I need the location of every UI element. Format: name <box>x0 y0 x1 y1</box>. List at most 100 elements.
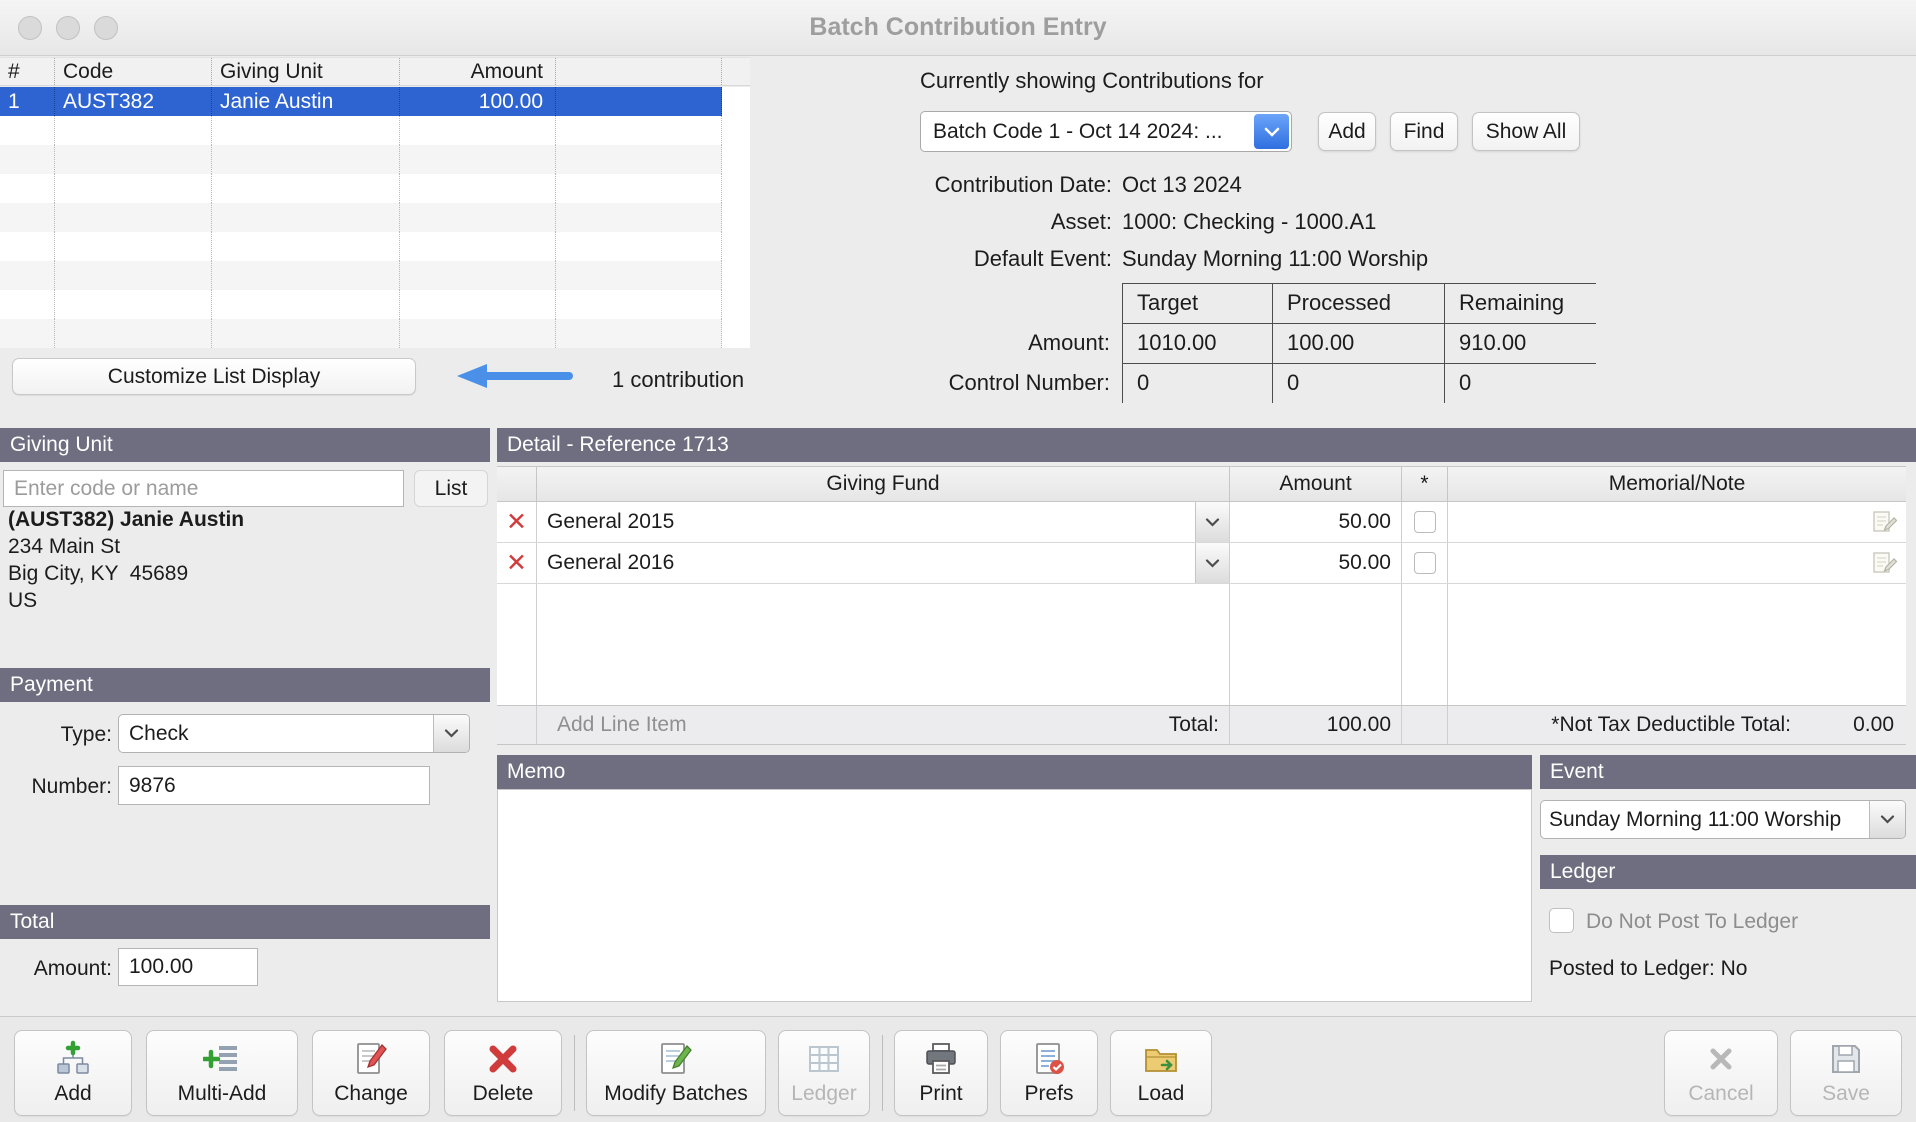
delete-x-icon: ✕ <box>506 507 527 536</box>
payment-type-label: Type: <box>60 723 112 746</box>
cell-code: AUST382 <box>55 87 212 116</box>
cancel-button[interactable]: Cancel <box>1664 1030 1778 1116</box>
customize-list-display-button[interactable]: Customize List Display <box>12 358 416 395</box>
add-button[interactable]: Add <box>14 1030 132 1116</box>
ledger-button[interactable]: Ledger <box>778 1030 870 1116</box>
contribution-row-selected[interactable]: 1 AUST382 Janie Austin 100.00 <box>0 87 722 116</box>
summary-col-remaining: Remaining <box>1444 283 1596 324</box>
ledger-header: Ledger <box>1540 855 1916 889</box>
summary-amount-label: Amount: <box>1028 330 1110 355</box>
note-icon[interactable] <box>1872 550 1898 576</box>
not-tax-deductible-checkbox[interactable] <box>1413 552 1436 574</box>
default-event-value: Sunday Morning 11:00 Worship <box>1122 246 1429 271</box>
col-header-num[interactable]: # <box>0 58 55 85</box>
giving-unit-list-button[interactable]: List <box>414 470 488 507</box>
do-not-post-label: Do Not Post To Ledger <box>1586 910 1799 933</box>
giving-unit-name: (AUST382) Janie Austin <box>8 508 245 531</box>
ntd-total-label: *Not Tax Deductible Total: <box>1551 713 1791 736</box>
line-amount-value: 50.00 <box>1338 551 1391 574</box>
batch-select-dropdown-button[interactable] <box>1254 114 1289 149</box>
detail-table: Giving Fund Amount * Memorial/Note ✕ Gen… <box>497 466 1906 745</box>
cell-amount: 100.00 <box>400 87 556 116</box>
add-line-item-button[interactable]: Add Line Item <box>537 706 687 744</box>
detail-header: Detail - Reference 1713 <box>497 428 1916 462</box>
batch-show-all-button[interactable]: Show All <box>1472 112 1580 151</box>
toolbar-divider <box>882 1035 883 1111</box>
summary-control-label: Control Number: <box>948 370 1110 395</box>
change-button-label: Change <box>334 1082 408 1105</box>
memo-textarea[interactable] <box>497 789 1532 1002</box>
delete-button-label: Delete <box>472 1082 534 1105</box>
list-empty-row <box>0 319 722 348</box>
batch-find-button[interactable]: Find <box>1390 112 1458 151</box>
multi-add-button-label: Multi-Add <box>177 1082 267 1105</box>
save-button[interactable]: Save <box>1790 1030 1902 1116</box>
detail-table-header: Giving Fund Amount * Memorial/Note <box>497 466 1906 502</box>
payment-type-select[interactable]: Check <box>118 714 470 753</box>
print-button[interactable]: Print <box>894 1030 988 1116</box>
batch-select[interactable]: Batch Code 1 - Oct 14 2024: ... <box>920 111 1292 152</box>
chevron-down-icon <box>1205 558 1220 568</box>
delete-button[interactable]: Delete <box>444 1030 562 1116</box>
col-header-star: * <box>1402 467 1448 501</box>
summary-control-processed: 0 <box>1272 364 1444 403</box>
giving-fund-select[interactable]: General 2015 <box>537 502 1230 542</box>
load-button[interactable]: Load <box>1110 1030 1212 1116</box>
memorial-note-field[interactable] <box>1448 502 1906 542</box>
col-header-amount[interactable]: Amount <box>400 58 556 85</box>
bottom-toolbar: Add Multi-Add Change Delete Modify Batch… <box>0 1016 1916 1122</box>
modify-batches-button[interactable]: Modify Batches <box>586 1030 766 1116</box>
delete-line-button[interactable]: ✕ <box>497 543 537 583</box>
line-amount-field[interactable]: 50.00 <box>1230 543 1402 583</box>
memorial-note-field[interactable] <box>1448 543 1906 583</box>
batch-summary-table: Target Processed Remaining Amount: 1010.… <box>920 283 1596 403</box>
batch-select-value: Batch Code 1 - Oct 14 2024: ... <box>933 120 1223 143</box>
summary-corner <box>920 283 1122 324</box>
event-header: Event <box>1540 755 1916 789</box>
default-event-label: Default Event: <box>973 246 1112 271</box>
change-button[interactable]: Change <box>312 1030 430 1116</box>
toolbar-divider <box>574 1035 575 1111</box>
delete-x-icon: ✕ <box>506 548 527 577</box>
contribution-date-label: Contribution Date: <box>934 172 1112 197</box>
payment-number-input[interactable] <box>118 766 430 805</box>
giving-fund-dropdown-button[interactable] <box>1195 502 1229 542</box>
event-dropdown-button[interactable] <box>1869 801 1905 838</box>
modify-batches-icon <box>661 1043 692 1074</box>
multi-add-button[interactable]: Multi-Add <box>146 1030 298 1116</box>
col-header-giving-fund: Giving Fund <box>537 467 1230 501</box>
save-icon <box>1832 1045 1860 1073</box>
title-bar: Batch Contribution Entry <box>0 0 1916 56</box>
summary-control-target: 0 <box>1122 364 1272 403</box>
giving-fund-dropdown-button[interactable] <box>1195 543 1229 583</box>
batch-add-button[interactable]: Add <box>1318 112 1376 151</box>
change-icon <box>357 1043 387 1074</box>
print-icon <box>926 1043 956 1074</box>
col-header-code[interactable]: Code <box>55 58 212 85</box>
giving-fund-select[interactable]: General 2016 <box>537 543 1230 583</box>
delete-line-button[interactable]: ✕ <box>497 502 537 542</box>
summary-amount-target: 1010.00 <box>1122 324 1272 364</box>
not-tax-deductible-checkbox[interactable] <box>1413 511 1436 533</box>
total-header: Total <box>0 905 490 939</box>
posted-to-ledger-text: Posted to Ledger: No <box>1549 957 1748 980</box>
contribution-count: 1 contribution <box>612 367 745 392</box>
col-header-giving-unit[interactable]: Giving Unit <box>212 58 400 85</box>
prefs-button[interactable]: Prefs <box>1000 1030 1098 1116</box>
list-empty-row <box>0 145 722 174</box>
do-not-post-checkbox[interactable] <box>1549 908 1574 933</box>
ledger-icon <box>809 1046 839 1072</box>
list-empty-row <box>0 116 722 145</box>
payment-type-dropdown-button[interactable] <box>433 715 469 752</box>
summary-col-processed: Processed <box>1272 283 1444 324</box>
giving-unit-search-input[interactable] <box>3 470 404 507</box>
line-amount-field[interactable]: 50.00 <box>1230 502 1402 542</box>
total-amount-field[interactable] <box>118 948 258 986</box>
line-amount-value: 50.00 <box>1338 510 1391 533</box>
list-empty-row <box>0 290 722 319</box>
note-icon[interactable] <box>1872 509 1898 535</box>
list-empty-row <box>0 174 722 203</box>
event-select[interactable]: Sunday Morning 11:00 Worship <box>1540 800 1906 839</box>
giving-unit-info: (AUST382) Janie Austin 234 Main St Big C… <box>8 506 244 614</box>
contribution-list: 1 AUST382 Janie Austin 100.00 <box>0 87 750 348</box>
